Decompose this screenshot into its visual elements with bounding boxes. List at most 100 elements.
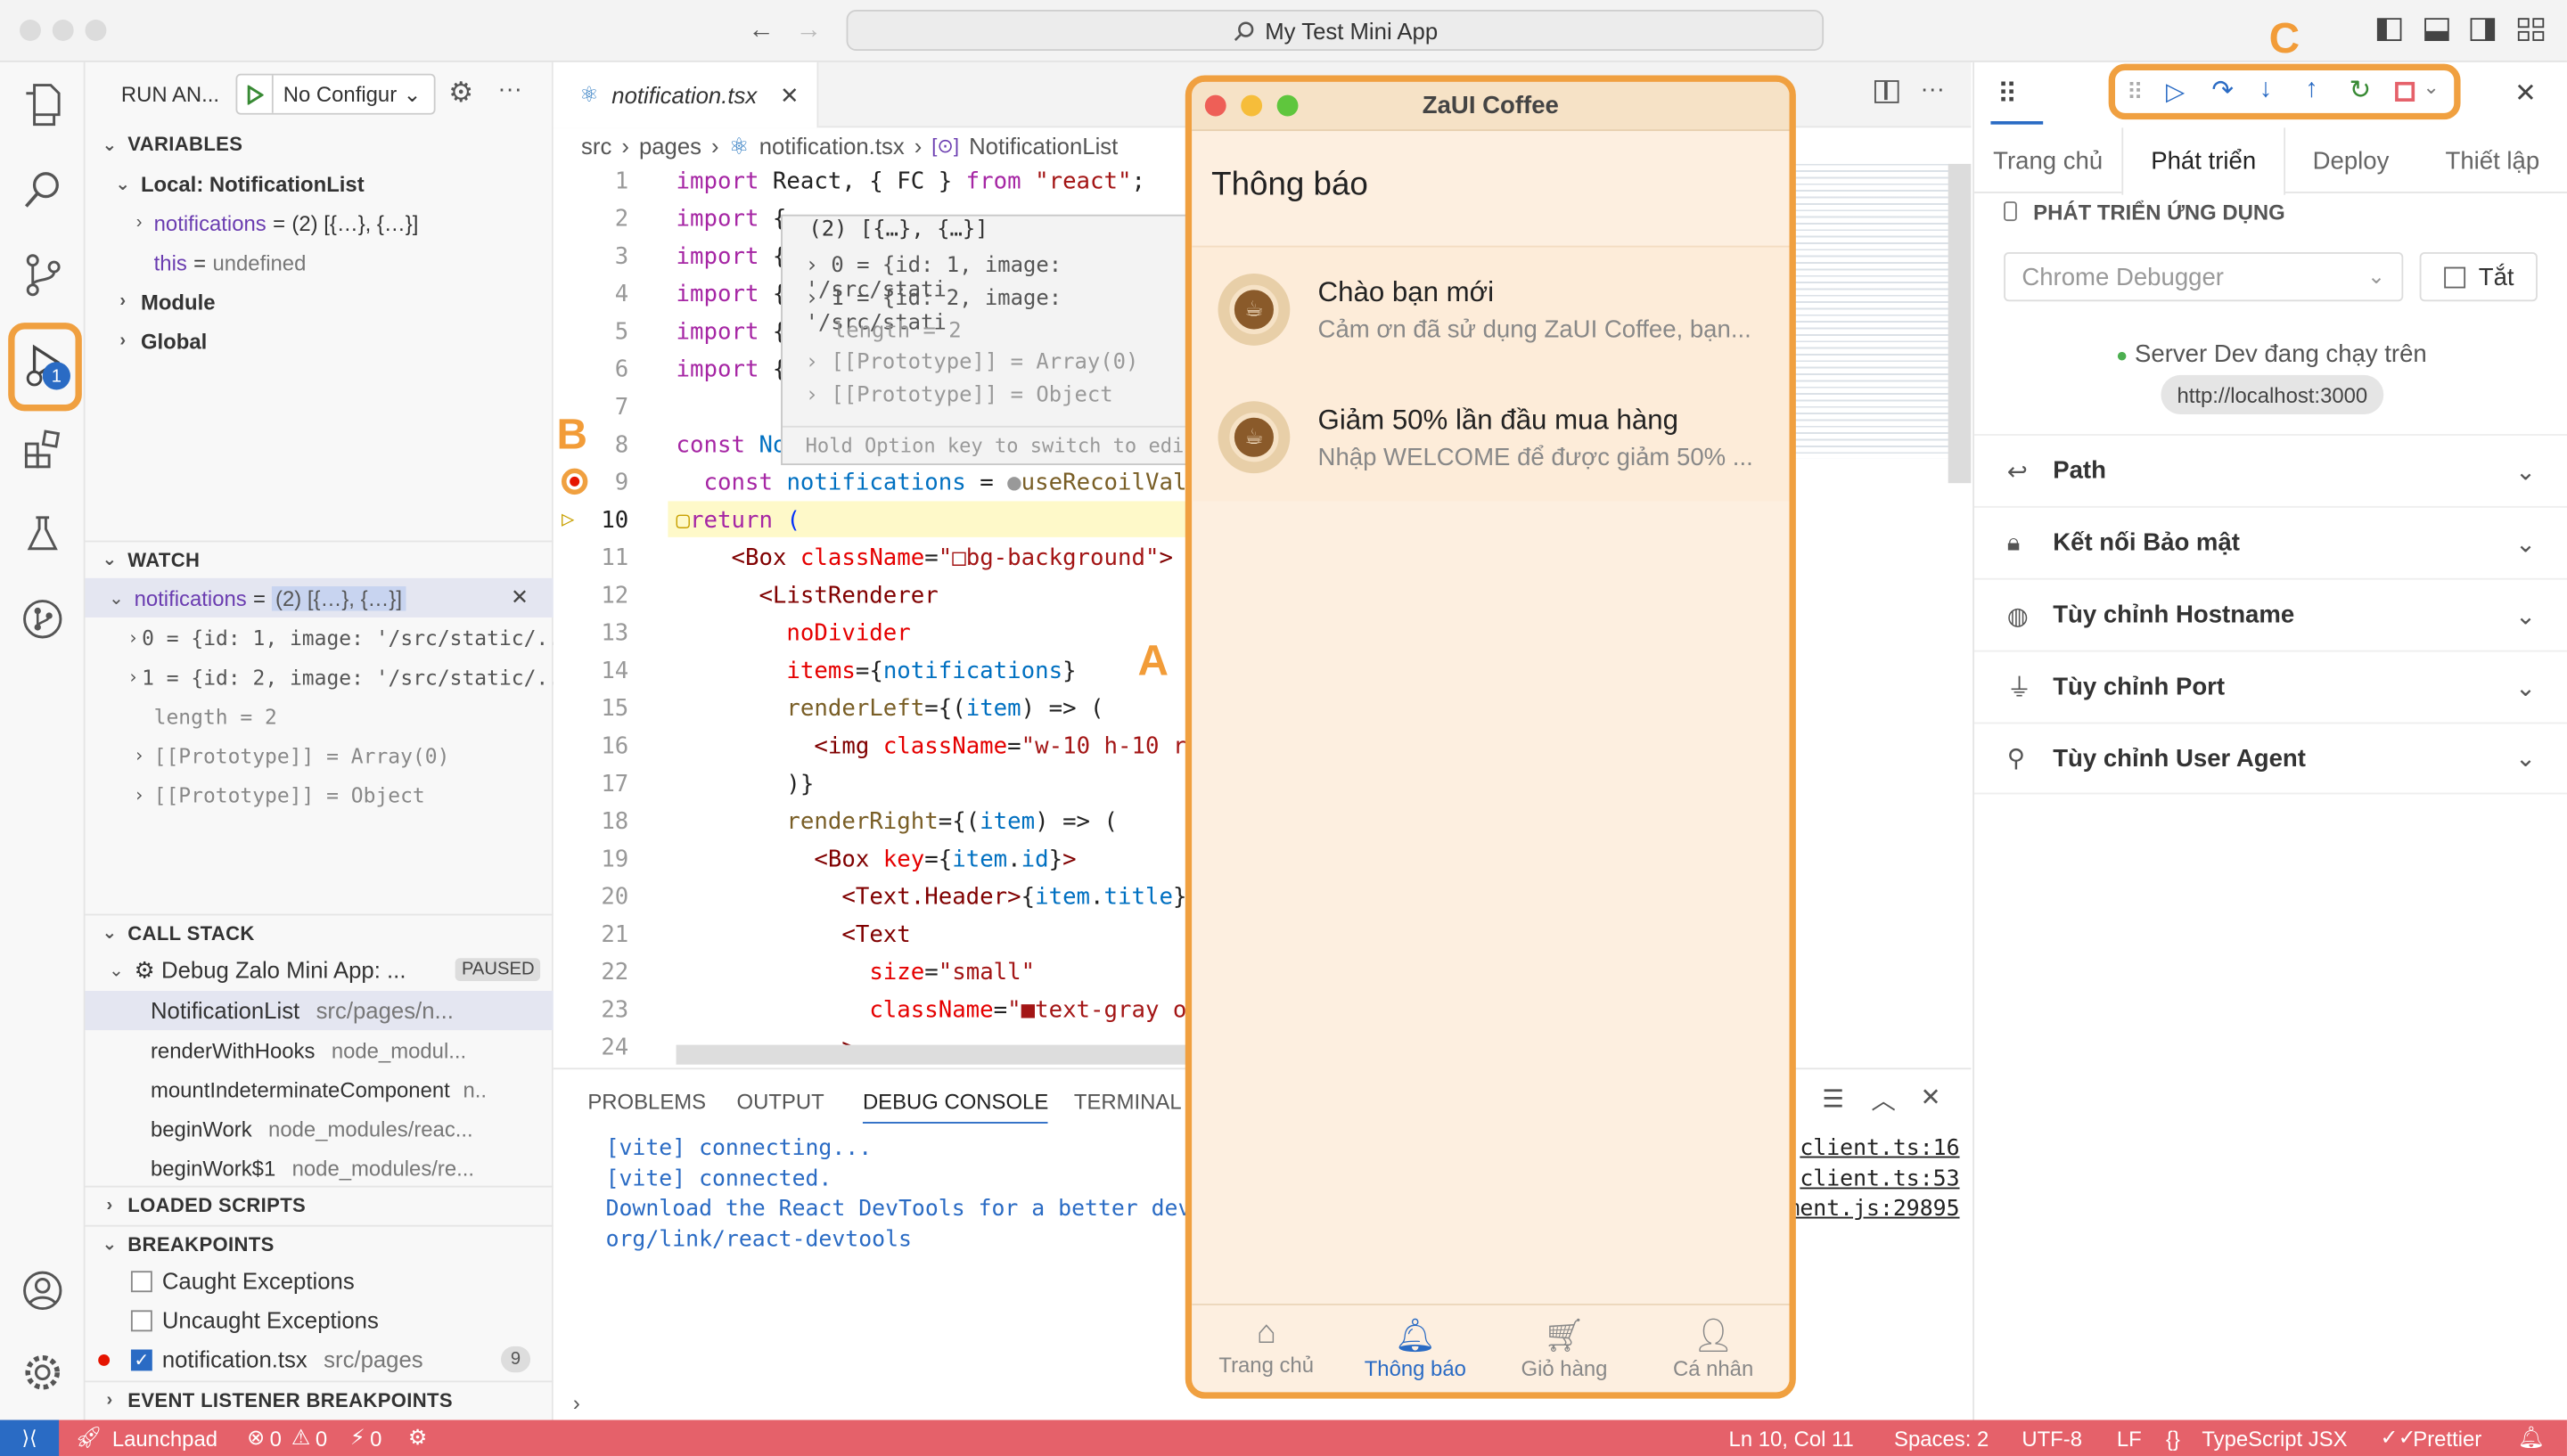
debug-hover-widget[interactable]: (2) [{…}, {…}] › 0 = {id: 1, image: '/sr…: [781, 214, 1191, 465]
chevron-right-icon[interactable]: ›: [806, 350, 818, 375]
nav-home[interactable]: ⌂ Trang chủ: [1192, 1315, 1341, 1378]
forward-arrow-icon[interactable]: →: [796, 16, 822, 45]
vertical-scrollbar[interactable]: [1948, 163, 1972, 484]
tab-debug-console[interactable]: DEBUG CONSOLE: [862, 1089, 1049, 1124]
testing-icon[interactable]: [0, 495, 86, 573]
list-item[interactable]: ☕︎ Chào bạn mới Cảm ơn đã sử dụng ZaUI C…: [1192, 248, 1789, 375]
toggle-primary-sidebar-icon[interactable]: [2376, 18, 2402, 41]
toggle-secondary-sidebar-icon[interactable]: [2470, 18, 2496, 41]
nav-cart[interactable]: 🛒︎ Giỏ hàng: [1489, 1315, 1638, 1381]
breadcrumb-item[interactable]: NotificationList: [969, 133, 1118, 159]
line-ending[interactable]: LF: [2117, 1426, 2142, 1451]
restart-icon[interactable]: ↻: [2350, 74, 2372, 107]
nav-notifications[interactable]: 🔔︎ Thông báo: [1341, 1315, 1489, 1381]
search-icon[interactable]: [0, 151, 86, 229]
step-into-icon[interactable]: ↓: [2259, 76, 2273, 105]
close-window-button[interactable]: [20, 20, 41, 41]
prettier-status[interactable]: Prettier: [2413, 1426, 2481, 1451]
watch-section-header[interactable]: ⌄ WATCH: [85, 540, 554, 577]
close-tab-icon[interactable]: ✕: [780, 81, 800, 109]
step-out-icon[interactable]: ↑: [2305, 76, 2318, 105]
chevron-right-icon[interactable]: ›: [806, 254, 818, 279]
encoding[interactable]: UTF-8: [2022, 1426, 2082, 1451]
accordion-hostname[interactable]: ◍ Tùy chỉnh Hostname ⌄: [1974, 577, 2567, 650]
chevron-down-icon[interactable]: ⌄: [2423, 76, 2439, 99]
debug-status-icon[interactable]: ⚙: [408, 1425, 427, 1451]
stop-icon[interactable]: [2395, 81, 2415, 102]
tab-settings[interactable]: Thiết lập: [2416, 127, 2567, 193]
minimap[interactable]: [1794, 163, 1952, 459]
zoom-window-button[interactable]: [85, 20, 107, 41]
cursor-position[interactable]: Ln 10, Col 11: [1729, 1426, 1854, 1451]
watch-child-3[interactable]: › [[Prototype]] = Array(0): [86, 735, 554, 774]
tab-output[interactable]: OUTPUT: [737, 1089, 824, 1114]
tab-develop[interactable]: Phát triển: [2121, 127, 2286, 195]
minimize-window-button[interactable]: [52, 20, 74, 41]
stack-frame[interactable]: NotificationList src/pages/n...: [85, 990, 554, 1031]
more-editor-actions-icon[interactable]: ···: [1920, 76, 1945, 103]
breadcrumb-item[interactable]: pages: [639, 133, 701, 159]
debugger-select[interactable]: Chrome Debugger ⌄: [2004, 252, 2404, 302]
step-over-icon[interactable]: ↷: [2211, 74, 2234, 107]
server-url-chip[interactable]: http://localhost:3000: [2161, 374, 2384, 415]
maximize-panel-icon[interactable]: ︿: [1871, 1083, 1896, 1117]
explorer-icon[interactable]: [0, 66, 86, 144]
horizontal-scrollbar[interactable]: [676, 1044, 1201, 1065]
language-mode[interactable]: TypeScript JSX: [2202, 1426, 2347, 1451]
start-debugging-icon[interactable]: [237, 75, 274, 113]
watch-child-1[interactable]: › 1 = {id: 2, image: '/src/static/...: [86, 657, 554, 696]
customize-layout-icon[interactable]: [2517, 18, 2545, 41]
continue-icon[interactable]: ▷: [2166, 77, 2185, 106]
bell-icon[interactable]: 🔔︎: [2518, 1425, 2545, 1451]
drag-handle-icon[interactable]: ⠿: [2127, 78, 2144, 106]
global-scope[interactable]: › Global: [86, 321, 554, 360]
accordion-path[interactable]: ↩ Path ⌄: [1974, 434, 2567, 506]
more-actions-icon[interactable]: ···: [497, 76, 522, 103]
close-panel-icon[interactable]: ✕: [1920, 1083, 1940, 1112]
event-listener-breakpoints-header[interactable]: › EVENT LISTENER BREAKPOINTS: [85, 1380, 554, 1416]
accordion-port[interactable]: ⏚ Tùy chỉnh Port ⌄: [1974, 650, 2567, 723]
extensions-icon[interactable]: [0, 410, 86, 488]
loaded-scripts-section-header[interactable]: › LOADED SCRIPTS: [85, 1185, 554, 1222]
tab-deploy[interactable]: Deploy: [2285, 127, 2416, 193]
git-graph-icon[interactable]: [0, 580, 86, 658]
caught-exceptions-checkbox[interactable]: Caught Exceptions: [86, 1261, 554, 1300]
console-input-prompt[interactable]: ›: [573, 1390, 580, 1415]
variables-section-header[interactable]: ⌄ VARIABLES: [86, 127, 554, 162]
remote-icon[interactable]: ⟩⟨: [0, 1419, 60, 1456]
stack-frame[interactable]: beginWork$1 node_modules/re...: [86, 1148, 554, 1187]
stack-frame[interactable]: beginWork node_modules/reac...: [86, 1108, 554, 1148]
source-control-icon[interactable]: [0, 236, 86, 315]
chevron-right-icon[interactable]: ›: [806, 383, 818, 408]
debugger-toggle[interactable]: Tắt: [2419, 252, 2538, 302]
call-stack-section-header[interactable]: ⌄ CALL STACK: [85, 913, 554, 950]
launchpad-item[interactable]: Launchpad: [112, 1426, 217, 1451]
warning-count[interactable]: 0: [316, 1426, 327, 1451]
back-arrow-icon[interactable]: ←: [748, 16, 774, 45]
list-item[interactable]: ☕︎ Giảm 50% lần đầu mua hàng Nhập WELCOM…: [1192, 375, 1789, 503]
indentation[interactable]: Spaces: 2: [1894, 1426, 1989, 1451]
tab-notification-tsx[interactable]: ⚛ notification.tsx ✕: [553, 61, 819, 128]
breakpoints-section-header[interactable]: ⌄ BREAKPOINTS: [85, 1224, 554, 1261]
tab-problems[interactable]: PROBLEMS: [587, 1089, 706, 1114]
gear-icon[interactable]: ⚙: [448, 77, 473, 110]
checkbox-checked-icon[interactable]: ✓: [130, 1348, 152, 1370]
breakpoint-marker[interactable]: [561, 468, 588, 495]
toggle-panel-icon[interactable]: [2424, 18, 2449, 41]
uncaught-exceptions-checkbox[interactable]: Uncaught Exceptions: [86, 1300, 554, 1339]
accordion-user-agent[interactable]: ⚲ Tùy chỉnh User Agent ⌄: [1974, 722, 2567, 795]
breadcrumb-item[interactable]: notification.tsx: [759, 133, 905, 159]
debug-session[interactable]: ⌄ ⚙ Debug Zalo Mini App: ... PAUSED: [86, 950, 554, 989]
breadcrumb-item[interactable]: src: [581, 133, 611, 159]
watch-child-0[interactable]: › 0 = {id: 1, image: '/src/static/...: [86, 618, 554, 657]
tab-terminal[interactable]: TERMINAL: [1074, 1089, 1182, 1114]
manage-gear-icon[interactable]: [0, 1333, 86, 1411]
local-scope[interactable]: ⌄ Local: NotificationList: [86, 164, 554, 203]
module-scope[interactable]: › Module: [86, 282, 554, 321]
breakpoint-file-item[interactable]: ✓ notification.tsx src/pages 9: [86, 1339, 554, 1378]
nav-profile[interactable]: 👤︎ Cá nhân: [1639, 1315, 1788, 1381]
chevron-right-icon[interactable]: ›: [806, 287, 818, 312]
error-count[interactable]: 0: [270, 1426, 282, 1451]
watch-expression[interactable]: ⌄ notifications = (2) [{…}, {…}] ✕: [85, 577, 554, 618]
tab-home[interactable]: Trang chủ: [1974, 127, 2121, 193]
